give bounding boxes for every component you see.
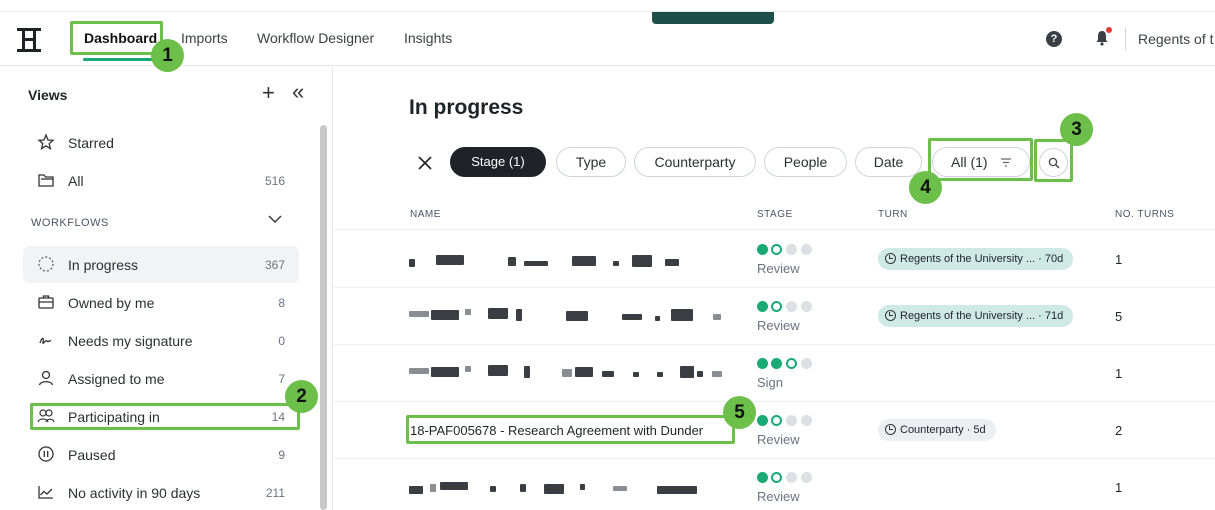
- column-header-name[interactable]: NAME: [410, 209, 441, 220]
- sidebar-item-label: In progress: [68, 257, 139, 273]
- table-divider: [334, 458, 1215, 459]
- highlight-box: [30, 403, 300, 430]
- briefcase-icon: [38, 295, 54, 309]
- column-header-stage[interactable]: STAGE: [757, 209, 793, 220]
- filter-date[interactable]: Date: [855, 147, 922, 177]
- sidebar-item-label: Starred: [68, 135, 114, 151]
- stage-label: Review: [757, 261, 800, 276]
- views-title: Views: [28, 87, 68, 103]
- org-switcher[interactable]: Regents of t: [1138, 31, 1214, 47]
- sidebar-item-count: 367: [264, 258, 285, 272]
- sidebar-item-count: 8: [278, 296, 285, 310]
- annotation-badge: 2: [285, 380, 318, 413]
- sidebar-item-label: Paused: [68, 447, 116, 463]
- sidebar-scrollbar[interactable]: [320, 125, 327, 510]
- workflows-section-label: WORKFLOWS: [31, 217, 109, 229]
- annotation-badge: 4: [909, 171, 942, 204]
- sidebar-item-label: All: [68, 173, 84, 189]
- notification-dot: [1106, 27, 1112, 33]
- clock-icon: [885, 310, 896, 321]
- filter-counterparty[interactable]: Counterparty: [634, 147, 756, 177]
- table-divider: [334, 401, 1215, 402]
- turns-count: 1: [1115, 252, 1123, 267]
- sidebar-item-count: 211: [265, 486, 285, 500]
- filter-stage[interactable]: Stage (1): [450, 147, 546, 177]
- turn-chip: Regents of the University ... · 71d: [878, 305, 1074, 327]
- person-icon: [38, 370, 54, 386]
- filter-people[interactable]: People: [764, 147, 847, 177]
- turn-chip: Regents of the University ... · 70d: [878, 248, 1074, 270]
- sidebar-item-label: Owned by me: [68, 295, 155, 311]
- sidebar: Views + « Starred All 516 WORKFLOWS In p…: [0, 67, 333, 510]
- help-icon[interactable]: ?: [1046, 31, 1062, 47]
- tab-insights[interactable]: Insights: [404, 30, 452, 46]
- sidebar-item-all[interactable]: All 516: [23, 162, 299, 199]
- turns-count: 2: [1115, 423, 1123, 438]
- sidebar-item-count: 0: [278, 334, 285, 348]
- turns-count: 1: [1115, 480, 1123, 495]
- stage-label: Review: [757, 489, 800, 504]
- highlight-box: [1034, 139, 1073, 182]
- column-header-turns[interactable]: NO. TURNS: [1115, 209, 1174, 220]
- top-divider: [0, 11, 1215, 12]
- turn-text: Counterparty · 5d: [900, 424, 986, 436]
- sidebar-item-count: 516: [264, 174, 285, 188]
- highlight-box: [928, 138, 1033, 181]
- clock-icon: [885, 424, 896, 435]
- sidebar-item-no-activity[interactable]: No activity in 90 days 211: [23, 474, 299, 510]
- chevron-down-icon[interactable]: [268, 214, 282, 224]
- close-icon[interactable]: [417, 155, 433, 171]
- tab-workflow-designer[interactable]: Workflow Designer: [257, 30, 374, 46]
- turns-count: 5: [1115, 309, 1123, 324]
- progress-circle-icon: [38, 256, 54, 272]
- sidebar-item-starred[interactable]: Starred: [23, 124, 299, 161]
- signature-icon: [39, 337, 52, 344]
- clock-icon: [885, 253, 896, 264]
- turns-count: 1: [1115, 366, 1123, 381]
- active-tab-underline: [83, 58, 153, 61]
- sidebar-item-count: 9: [278, 448, 285, 462]
- tab-imports[interactable]: Imports: [181, 30, 228, 46]
- sidebar-item-in-progress[interactable]: In progress 367: [23, 246, 299, 283]
- table-divider: [334, 287, 1215, 288]
- stage-label: Review: [757, 432, 800, 447]
- page-title: In progress: [409, 96, 524, 119]
- turn-chip: Counterparty · 5d: [878, 419, 996, 441]
- sidebar-item-paused[interactable]: Paused 9: [23, 436, 299, 473]
- highlight-box: [70, 21, 163, 55]
- annotation-badge: 5: [723, 396, 756, 429]
- chart-line-icon: [38, 486, 53, 499]
- filter-type[interactable]: Type: [556, 147, 626, 177]
- folder-icon: [38, 174, 54, 187]
- sidebar-item-owned-by-me[interactable]: Owned by me 8: [23, 284, 299, 321]
- highlight-box: [406, 415, 735, 444]
- top-center-tab[interactable]: [652, 12, 774, 24]
- turn-text: Regents of the University ... · 70d: [900, 253, 1064, 265]
- collapse-sidebar-icon[interactable]: «: [292, 81, 304, 103]
- sidebar-item-needs-my-signature[interactable]: Needs my signature 0: [23, 322, 299, 359]
- sidebar-item-count: 7: [278, 372, 285, 386]
- sidebar-item-label: Assigned to me: [68, 371, 165, 387]
- turn-text: Regents of the University ... · 71d: [900, 310, 1064, 322]
- add-view-icon[interactable]: +: [262, 82, 275, 104]
- annotation-badge: 3: [1060, 113, 1093, 146]
- sidebar-item-assigned-to-me[interactable]: Assigned to me 7: [23, 360, 299, 397]
- sidebar-item-label: Needs my signature: [68, 333, 193, 349]
- nav-separator: [1125, 27, 1126, 51]
- column-header-turn[interactable]: TURN: [878, 209, 908, 220]
- annotation-badge: 1: [151, 39, 184, 72]
- table-divider: [334, 344, 1215, 345]
- table-divider: [334, 229, 1215, 230]
- stage-label: Sign: [757, 375, 784, 390]
- sidebar-item-label: No activity in 90 days: [68, 485, 201, 501]
- star-icon: [37, 133, 55, 150]
- logo-icon[interactable]: [15, 26, 43, 54]
- pause-icon: [38, 446, 54, 462]
- stage-label: Review: [757, 318, 800, 333]
